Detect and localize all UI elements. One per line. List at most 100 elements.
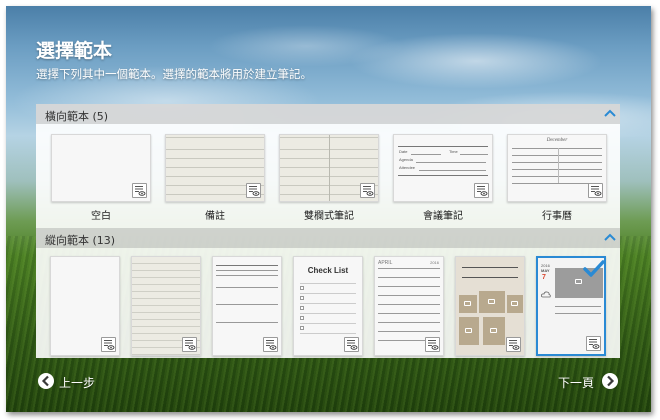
photo-placeholder (459, 295, 477, 313)
preview-eye-icon[interactable] (425, 337, 440, 352)
portrait-template-daily-selected[interactable]: 2016 MAY 7 (536, 256, 606, 356)
diary-rule (378, 295, 440, 296)
portrait-section-header[interactable]: 縱向範本 (13) (36, 228, 620, 248)
photo-placeholder (507, 295, 523, 313)
calendar-row-1 (512, 148, 602, 149)
diary-rule (378, 304, 440, 305)
meeting-field-date: Date (399, 149, 408, 154)
template-label-two-column: 雙欄式筆記 (304, 211, 354, 222)
pm-rule-2 (216, 270, 278, 271)
meeting-bottom-rule (398, 175, 488, 176)
landscape-section-body: 空白 備註 雙欄式筆記 Date Time Agenda Attendee 會議… (36, 124, 620, 228)
column-divider (329, 135, 330, 201)
photo-placeholder (479, 291, 505, 313)
camera-icon (490, 328, 497, 333)
calendar-row-2 (512, 155, 602, 156)
diary-rule (378, 313, 440, 314)
portrait-template-lined[interactable] (131, 256, 201, 356)
template-label-notes: 備註 (205, 211, 225, 222)
preview-eye-icon[interactable] (132, 183, 147, 198)
template-card-notes[interactable] (165, 134, 265, 202)
camera-icon (488, 299, 495, 304)
landscape-section-label: 橫向範本 (5) (45, 110, 109, 123)
meeting-agenda-line (416, 162, 486, 163)
meeting-field-time: Time (449, 149, 458, 154)
preview-eye-icon[interactable] (182, 337, 197, 352)
meeting-top-rule (398, 146, 488, 147)
cloud-icon (541, 291, 551, 298)
pm-rule-1 (216, 265, 278, 266)
preview-eye-icon[interactable] (588, 183, 603, 198)
checkbox-icon (300, 316, 304, 320)
preview-eye-icon[interactable] (474, 183, 489, 198)
preview-eye-icon[interactable] (101, 337, 116, 352)
pm-rule-3 (216, 275, 278, 276)
photo-title-rule (462, 277, 518, 278)
pm-rule-5 (216, 304, 278, 305)
portrait-template-diary[interactable]: APRIL 2016 (374, 256, 444, 356)
checkmark-icon (583, 260, 604, 277)
portrait-section-label: 縱向範本 (13) (45, 234, 116, 247)
checklist-row (300, 283, 356, 284)
camera-icon (465, 328, 472, 333)
daily-rule (555, 313, 601, 314)
chevron-up-icon[interactable] (604, 108, 616, 118)
meeting-attendee-line (419, 170, 486, 171)
pm-rule-4 (216, 287, 278, 288)
preview-eye-icon[interactable] (360, 183, 375, 198)
calendar-column-divider (558, 148, 559, 183)
preview-eye-icon[interactable] (246, 183, 261, 198)
diary-rule (378, 331, 440, 332)
daily-month: MAY (541, 268, 550, 273)
preview-eye-icon[interactable] (344, 337, 359, 352)
diary-rule (378, 322, 440, 323)
checklist-row (300, 303, 356, 304)
calendar-row-5 (512, 176, 602, 177)
chevron-left-icon (38, 373, 54, 389)
portrait-template-blank[interactable] (50, 256, 120, 356)
checkbox-icon (300, 296, 304, 300)
calendar-row-4 (512, 169, 602, 170)
next-button[interactable]: 下一頁 (554, 373, 620, 391)
photo-title-rule (462, 267, 518, 268)
daily-rule (555, 306, 601, 307)
diary-rule (378, 268, 440, 269)
camera-icon (511, 301, 518, 306)
pm-rule-6 (216, 322, 278, 323)
preview-eye-icon[interactable] (506, 337, 521, 352)
preview-eye-icon[interactable] (586, 336, 601, 351)
meeting-time-line (460, 154, 488, 155)
preview-eye-icon[interactable] (263, 337, 278, 352)
portrait-template-photo[interactable] (455, 256, 525, 356)
meeting-field-attendee: Attendee (399, 165, 416, 170)
meeting-field-agenda: Agenda (399, 157, 413, 162)
diary-month: APRIL (378, 260, 393, 266)
checkbox-icon (300, 326, 304, 330)
checklist-row (300, 333, 356, 334)
checklist-row (300, 313, 356, 314)
diary-rule (378, 286, 440, 287)
checkbox-icon (300, 306, 304, 310)
portrait-template-checklist[interactable]: Check List (293, 256, 363, 356)
next-button-label: 下一頁 (558, 376, 595, 390)
chevron-right-icon (602, 373, 618, 389)
calendar-month: December (546, 138, 568, 143)
template-card-blank[interactable] (51, 134, 151, 202)
meeting-date-line (411, 154, 441, 155)
landscape-section-header[interactable]: 橫向範本 (5) (36, 104, 620, 124)
photo-placeholder (483, 317, 505, 345)
portrait-template-meeting[interactable] (212, 256, 282, 356)
template-label-calendar: 行事曆 (542, 211, 572, 222)
chevron-up-icon[interactable] (604, 232, 616, 242)
template-card-calendar[interactable]: December (507, 134, 607, 202)
calendar-row-3 (512, 162, 602, 163)
template-card-meeting[interactable]: Date Time Agenda Attendee (393, 134, 493, 202)
checkbox-icon (300, 286, 304, 290)
checklist-row (300, 293, 356, 294)
portrait-section-body: Check List APRIL 2016 2016 MAY 7 (36, 248, 620, 358)
checklist-row (300, 323, 356, 324)
back-button[interactable]: 上一步 (38, 373, 108, 391)
page-title: 選擇範本 (36, 40, 113, 62)
template-card-two-column[interactable] (279, 134, 379, 202)
camera-icon (575, 279, 582, 284)
